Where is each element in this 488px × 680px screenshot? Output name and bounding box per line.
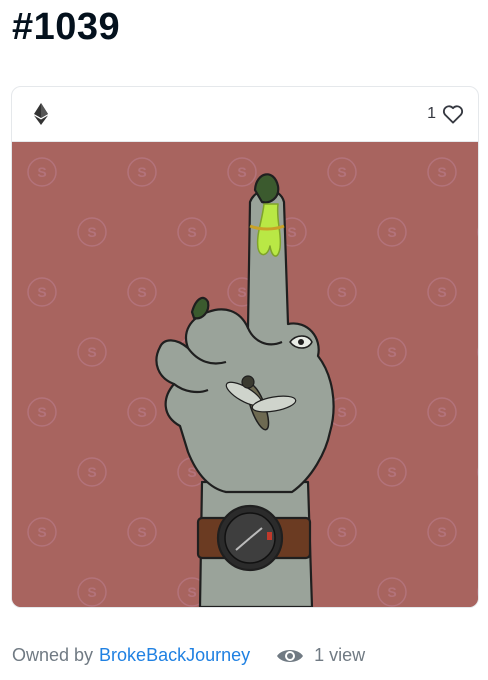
eye-icon	[277, 649, 304, 662]
nft-artwork[interactable]: SSSSSSSSSSSSSSSSSSSSSSSSSSSSSSSSSSSSSSSS	[12, 142, 478, 607]
ethereum-icon	[34, 103, 48, 125]
watermark-letter: S	[337, 284, 346, 300]
views-text: 1 view	[314, 645, 366, 665]
watermark-letter: S	[87, 584, 96, 600]
watermark-letter: S	[137, 284, 146, 300]
watermark-letter: S	[387, 344, 396, 360]
watermark-letter: S	[337, 404, 346, 420]
owned-by-label: Owned by	[12, 645, 94, 665]
watermark-letter: S	[137, 164, 146, 180]
watermark-letter: S	[437, 404, 446, 420]
watermark-letter: S	[437, 284, 446, 300]
watermark-letter: S	[237, 164, 246, 180]
watermark-letter: S	[387, 464, 396, 480]
artwork-illustration: SSSSSSSSSSSSSSSSSSSSSSSSSSSSSSSSSSSSSSSS	[12, 142, 478, 607]
like-count: 1	[427, 105, 436, 122]
owner-link[interactable]: BrokeBackJourney	[99, 645, 250, 666]
watermark-letter: S	[437, 164, 446, 180]
heart-outline-icon[interactable]	[442, 104, 464, 124]
views-count: 1 view	[276, 645, 365, 666]
watermark-letter: S	[37, 404, 46, 420]
card-header: 1	[12, 87, 478, 142]
item-footer: Owned by BrokeBackJourney 1 view	[12, 645, 365, 666]
watermark-letter: S	[337, 524, 346, 540]
watermark-letter: S	[37, 524, 46, 540]
watermark-letter: S	[37, 284, 46, 300]
watermark-letter: S	[137, 404, 146, 420]
watermark-letter: S	[287, 224, 296, 240]
watermark-letter: S	[437, 524, 446, 540]
watermark-letter: S	[187, 584, 196, 600]
watermark-letter: S	[87, 464, 96, 480]
watermark-letter: S	[87, 344, 96, 360]
likes: 1	[427, 104, 464, 124]
watermark-letter: S	[187, 224, 196, 240]
watermark-letter: S	[387, 224, 396, 240]
watermark-letter: S	[87, 224, 96, 240]
watermark-letter: S	[337, 164, 346, 180]
page-title: #1039	[12, 6, 121, 48]
watermark-letter: S	[387, 584, 396, 600]
watermark-letter: S	[137, 524, 146, 540]
nft-card: 1 SSSSSSSSSSSSSSSSSSSSSSSSSSSSSSSSSSSSSS…	[11, 86, 479, 608]
watermark-letter: S	[237, 284, 246, 300]
watermark-letter: S	[37, 164, 46, 180]
